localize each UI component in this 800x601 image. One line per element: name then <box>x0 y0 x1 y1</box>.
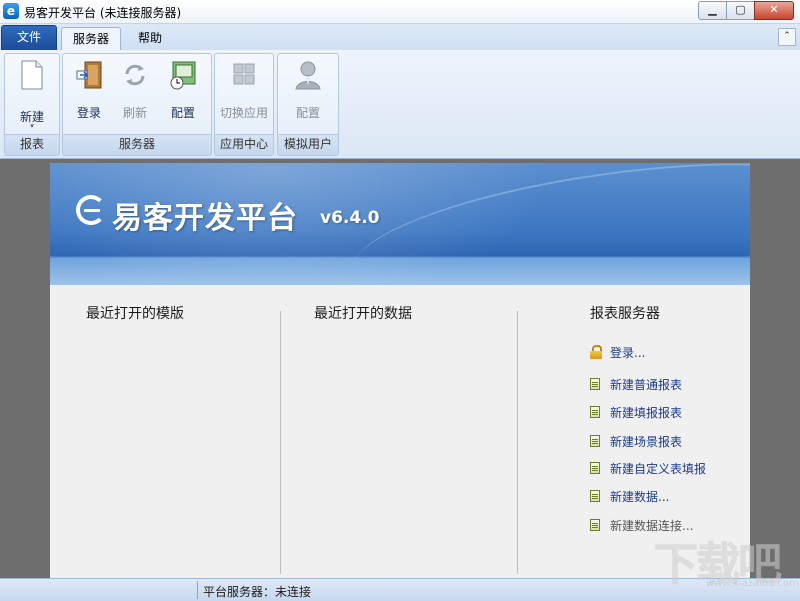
report-doc-icon <box>590 435 600 447</box>
switch-app-button[interactable]: 切换应用 <box>220 58 268 126</box>
group-label-simulated-user: 模拟用户 <box>278 134 338 155</box>
minimize-button[interactable]: ▁ <box>698 1 727 20</box>
report-doc-icon <box>590 490 600 502</box>
login-link-label: 登录... <box>610 346 646 360</box>
new-fill-report-link[interactable]: 新建填报报表 <box>590 403 750 421</box>
report-server-title: 报表服务器 <box>590 306 660 322</box>
site-watermark: 下载吧 www.xiazaiba.com <box>654 528 799 590</box>
app-logo-icon: e <box>3 3 19 19</box>
report-doc-icon <box>590 406 600 418</box>
maximize-button[interactable]: ▢ <box>726 1 755 20</box>
file-menu-tab[interactable]: 文件 <box>1 25 57 51</box>
tab-help[interactable]: 帮助 <box>127 27 173 50</box>
user-avatar-icon <box>295 61 321 90</box>
ribbon-panel: 新建 ▾ 报表 登录 刷新 配置 服务器 切换应用 应用中心 配置 模拟用户 <box>0 50 800 159</box>
window-controls: ▁ ▢ ✕ <box>698 1 794 20</box>
brand-name: 易客开发平台 <box>112 201 298 236</box>
group-label-server: 服务器 <box>63 134 211 155</box>
login-door-icon <box>76 61 102 89</box>
new-scene-report-label: 新建场景报表 <box>610 435 683 449</box>
ribbon-tab-row: 文件 服务器 帮助 ⌃ <box>0 24 800 51</box>
new-custom-table-fill-label: 新建自定义表填报 <box>610 462 707 476</box>
version-label: v6.4.0 <box>320 208 380 228</box>
simulated-user-config-button[interactable]: 配置 <box>286 58 330 126</box>
recent-templates-title: 最近打开的模版 <box>86 306 184 322</box>
login-button[interactable]: 登录 <box>67 58 111 126</box>
server-config-icon <box>170 61 196 90</box>
refresh-button[interactable]: 刷新 <box>113 58 157 126</box>
new-normal-report-label: 新建普通报表 <box>610 378 683 392</box>
new-data-label: 新建数据... <box>610 490 670 504</box>
login-label: 登录 <box>76 106 101 120</box>
welcome-banner: 易客开发平台 v6.4.0 <box>50 163 750 285</box>
new-document-icon <box>21 60 43 90</box>
column-divider <box>517 311 518 574</box>
new-scene-report-link[interactable]: 新建场景报表 <box>590 432 750 450</box>
new-report-button[interactable]: 新建 ▾ <box>10 58 54 130</box>
recent-data-title: 最近打开的数据 <box>314 306 412 322</box>
server-config-button[interactable]: 配置 <box>161 58 205 126</box>
column-divider <box>280 311 281 574</box>
report-doc-icon <box>590 519 600 531</box>
simulated-user-config-label: 配置 <box>295 106 320 120</box>
ribbon-group-server: 登录 刷新 配置 服务器 <box>62 53 212 156</box>
ribbon-group-report: 新建 ▾ 报表 <box>4 53 60 156</box>
group-label-app-center: 应用中心 <box>215 134 273 155</box>
ribbon-group-simulated-user: 配置 模拟用户 <box>277 53 339 156</box>
new-custom-table-fill-link[interactable]: 新建自定义表填报 <box>590 459 750 477</box>
window-title: 易客开发平台 (未连接服务器) <box>24 6 182 20</box>
platform-server-status: 平台服务器：未连接 <box>203 585 312 599</box>
switch-app-icon <box>233 63 255 85</box>
new-data-link[interactable]: 新建数据... <box>590 487 750 505</box>
tab-server[interactable]: 服务器 <box>61 27 121 51</box>
login-link[interactable]: 登录... <box>590 343 750 361</box>
report-doc-icon <box>590 462 600 474</box>
group-label-report: 报表 <box>5 134 59 155</box>
refresh-label: 刷新 <box>122 106 147 120</box>
server-config-label: 配置 <box>170 106 195 120</box>
watermark-url: www.xiazaiba.com <box>706 578 799 589</box>
close-button[interactable]: ✕ <box>754 1 794 20</box>
refresh-icon <box>125 64 145 86</box>
ribbon-group-app-center: 切换应用 应用中心 <box>214 53 274 156</box>
ribbon-collapse-button[interactable]: ⌃ <box>778 28 796 46</box>
brand-logo-icon <box>76 195 106 225</box>
switch-app-label: 切换应用 <box>219 106 268 120</box>
report-doc-icon <box>590 378 600 390</box>
new-normal-report-link[interactable]: 新建普通报表 <box>590 375 750 393</box>
start-page: 易客开发平台 v6.4.0 最近打开的模版 最近打开的数据 报表服务器 登录..… <box>50 163 750 578</box>
title-bar: e 易客开发平台 (未连接服务器) ▁ ▢ ✕ <box>0 0 800 24</box>
lock-icon <box>590 345 602 359</box>
new-fill-report-label: 新建填报报表 <box>610 406 683 420</box>
chevron-down-icon: ▾ <box>30 122 34 130</box>
status-separator <box>197 581 198 599</box>
